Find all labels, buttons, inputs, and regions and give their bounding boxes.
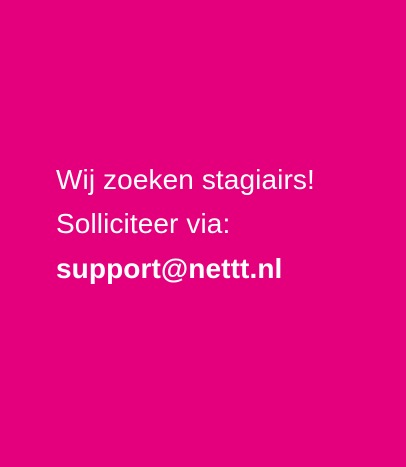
promo-heading-line-2: Solliciteer via: (56, 208, 231, 239)
promo-heading-line-1: Wij zoeken stagiairs! (56, 164, 315, 195)
promo-text-block: Wij zoeken stagiairs! Solliciteer via: s… (56, 158, 396, 292)
support-email: support@nettt.nl (56, 253, 283, 284)
promo-card: Wij zoeken stagiairs! Solliciteer via: s… (0, 0, 406, 467)
